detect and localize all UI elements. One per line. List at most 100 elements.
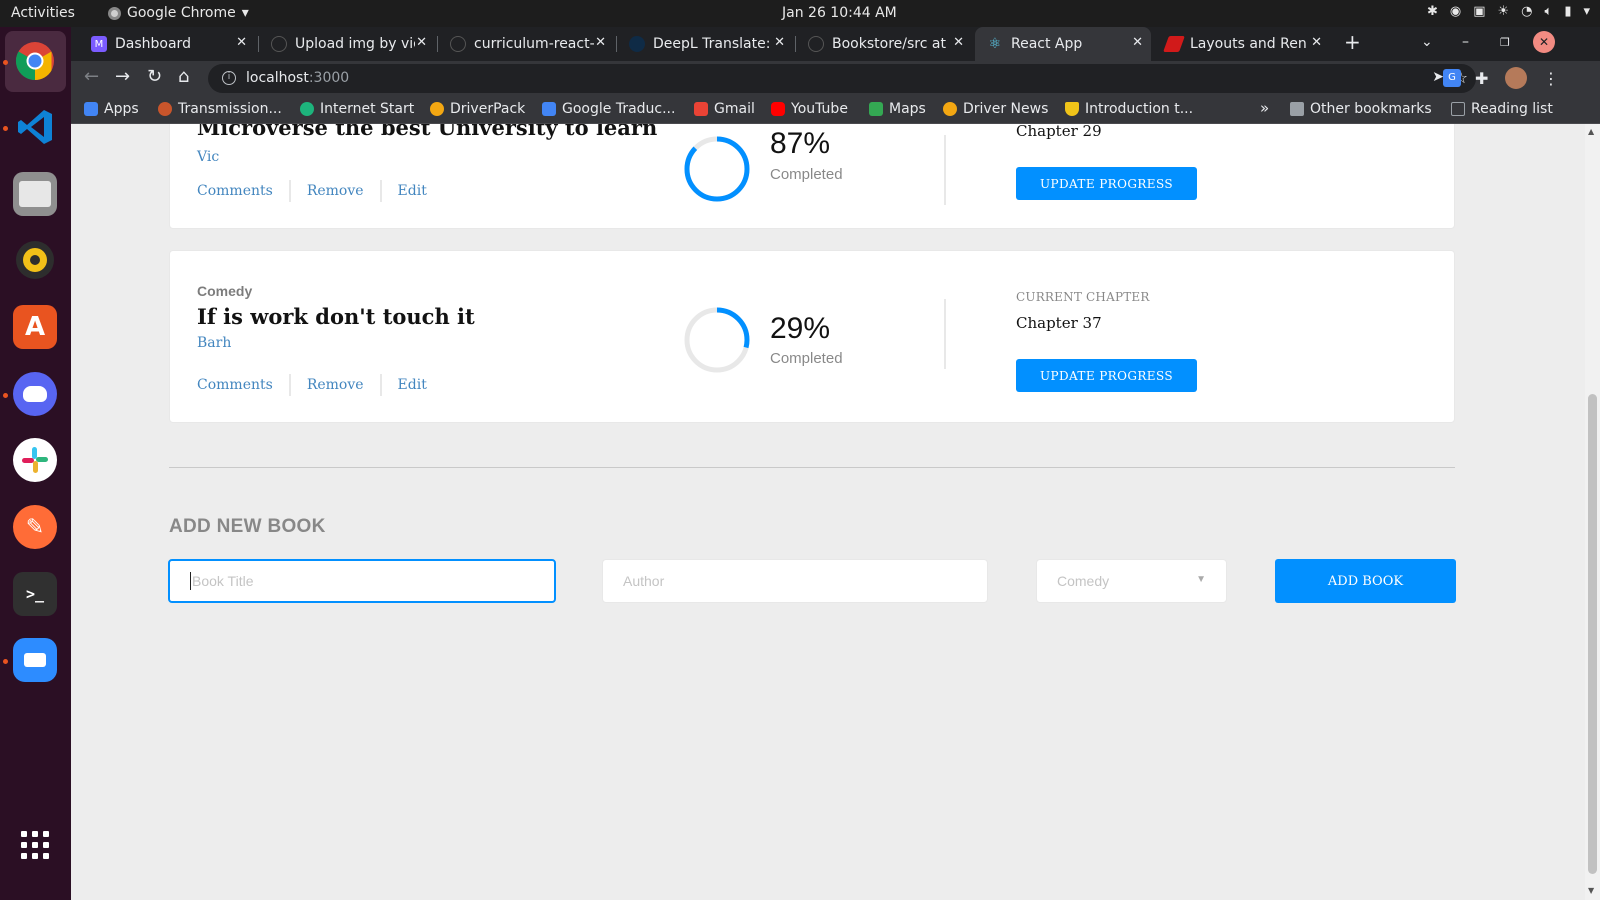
book-author[interactable]: Vic (197, 149, 219, 165)
speaker-icon (16, 241, 54, 279)
zoom-tray-icon[interactable]: ▣ (1473, 4, 1485, 19)
wifi-icon[interactable]: ◔ (1521, 4, 1532, 19)
app-menu[interactable]: Google Chrome ▾ (108, 5, 249, 21)
update-progress-button[interactable]: UPDATE PROGRESS (1016, 167, 1197, 200)
terminal-icon[interactable]: >_ (13, 572, 57, 616)
close-tab-icon[interactable]: ✕ (236, 35, 247, 50)
book-author[interactable]: Barh (197, 335, 231, 351)
close-tab-icon[interactable]: ✕ (1132, 35, 1143, 50)
bookmark-youtube[interactable]: YouTube (771, 101, 848, 117)
edit-button[interactable]: Edit (398, 183, 427, 199)
rhythmbox-icon[interactable] (13, 238, 57, 282)
rocket-icon: ✎ (25, 514, 45, 540)
action-divider (379, 180, 382, 202)
author-placeholder: Author (623, 573, 665, 589)
tab-search-chevron-icon[interactable]: ⌄ (1421, 34, 1433, 50)
close-window-button[interactable]: ✕ (1533, 31, 1555, 53)
author-input[interactable]: Author (602, 559, 988, 603)
zoom-icon[interactable] (13, 638, 57, 682)
bookmark-transmission[interactable]: Transmission... (158, 101, 282, 117)
volume-icon[interactable]: 🔈︎ (1545, 4, 1553, 19)
scroll-up-arrow-icon[interactable]: ▲ (1588, 127, 1594, 136)
book-title-input[interactable]: Book Title (168, 559, 556, 603)
tab-curriculum[interactable]: curriculum-react- ✕ (438, 27, 614, 61)
show-applications-button[interactable] (13, 823, 57, 867)
bookmark-gmail[interactable]: Gmail (694, 101, 755, 117)
system-tray[interactable]: ✱ ◉ ▣ ☀ ◔ 🔈︎ ▮ ▾ (1427, 4, 1590, 19)
reading-list-button[interactable]: Reading list (1451, 101, 1553, 117)
close-tab-icon[interactable]: ✕ (774, 35, 785, 50)
edit-button[interactable]: Edit (398, 377, 427, 393)
site-info-icon[interactable]: i (222, 71, 236, 85)
bookmark-driver-news[interactable]: Driver News (943, 101, 1048, 117)
bookmark-introduction[interactable]: Introduction t... (1065, 101, 1193, 117)
software-center-icon[interactable]: A (13, 305, 57, 349)
close-tab-icon[interactable]: ✕ (1311, 35, 1322, 50)
tab-upload-img[interactable]: Upload img by vic ✕ (259, 27, 435, 61)
section-divider (169, 467, 1455, 468)
comments-button[interactable]: Comments (197, 377, 273, 393)
new-tab-button[interactable]: + (1344, 30, 1361, 54)
discord-tray-icon[interactable]: ◉ (1450, 4, 1461, 19)
tab-dashboard[interactable]: M Dashboard ✕ (79, 27, 255, 61)
menu-kebab-icon[interactable]: ⋮ (1543, 69, 1559, 88)
other-bookmarks-folder[interactable]: Other bookmarks (1290, 101, 1432, 117)
activities-button[interactable]: Activities (11, 5, 75, 21)
bookmark-maps[interactable]: Maps (869, 101, 926, 117)
minimize-button[interactable]: – (1462, 34, 1469, 50)
files-icon[interactable] (13, 172, 57, 216)
close-tab-icon[interactable]: ✕ (416, 35, 427, 50)
vscode-icon[interactable] (13, 105, 57, 149)
address-url[interactable]: localhost:3000 (246, 70, 349, 86)
add-book-button[interactable]: ADD BOOK (1275, 559, 1456, 603)
slack-icon[interactable] (13, 438, 57, 482)
tab-layouts[interactable]: Layouts and Ren ✕ (1154, 27, 1330, 61)
back-arrow-icon[interactable]: ← (84, 68, 99, 86)
tab-bookstore-src[interactable]: Bookstore/src at ✕ (796, 27, 972, 61)
tab-title: DeepL Translate: (653, 36, 771, 52)
maximize-button[interactable]: ❐ (1500, 36, 1510, 49)
tab-title: React App (1011, 36, 1083, 52)
system-clock[interactable]: Jan 26 10:44 AM (782, 5, 897, 21)
update-progress-button[interactable]: UPDATE PROGRESS (1016, 359, 1197, 392)
bookmark-apps[interactable]: Apps (84, 101, 139, 117)
brightness-icon[interactable]: ☀ (1498, 4, 1510, 19)
page-scrollbar[interactable]: ▲ ▼ (1585, 124, 1600, 900)
scroll-down-arrow-icon[interactable]: ▼ (1588, 886, 1594, 895)
close-tab-icon[interactable]: ✕ (953, 35, 964, 50)
tab-deepl[interactable]: DeepL Translate: ✕ (617, 27, 793, 61)
home-icon[interactable]: ⌂ (178, 68, 189, 86)
extensions-puzzle-icon[interactable]: ✚ (1475, 69, 1488, 88)
remove-button[interactable]: Remove (307, 377, 364, 393)
discord-icon[interactable] (13, 372, 57, 416)
action-divider (288, 180, 291, 202)
action-divider (288, 374, 291, 396)
bookmark-google-traduc[interactable]: Google Traduc... (542, 101, 675, 117)
close-tab-icon[interactable]: ✕ (595, 35, 606, 50)
comments-button[interactable]: Comments (197, 183, 273, 199)
internet-start-icon (300, 102, 314, 116)
chrome-icon[interactable] (13, 39, 57, 83)
forward-arrow-icon[interactable]: → (115, 68, 130, 86)
tab-title: curriculum-react- (474, 36, 594, 52)
address-bar[interactable]: i localhost:3000 ➤ ☆ (208, 64, 1476, 93)
bookmark-driverpack[interactable]: DriverPack (430, 101, 525, 117)
driver-news-icon (943, 102, 957, 116)
profile-avatar[interactable] (1505, 67, 1527, 89)
slack-tray-icon[interactable]: ✱ (1427, 4, 1438, 19)
deepl-icon (629, 36, 645, 52)
dropdown-arrow-icon: ▼ (1196, 574, 1206, 585)
remove-button[interactable]: Remove (307, 183, 364, 199)
bookmark-internet-start[interactable]: Internet Start (300, 101, 414, 117)
scrollbar-thumb[interactable] (1588, 394, 1597, 874)
postman-icon[interactable]: ✎ (13, 505, 57, 549)
category-select[interactable]: Comedy ▼ (1036, 559, 1227, 603)
chevron-down-icon[interactable]: ▾ (1583, 4, 1590, 19)
tab-react-app[interactable]: ⚛ React App ✕ (975, 27, 1151, 61)
google-translate-extension-icon[interactable]: G (1443, 69, 1461, 87)
gmail-icon (694, 102, 708, 116)
bookmarks-bar: Apps Transmission... Internet Start Driv… (71, 96, 1600, 124)
battery-icon[interactable]: ▮ (1564, 4, 1571, 19)
more-bookmarks-button[interactable]: » (1260, 99, 1269, 117)
reload-icon[interactable]: ↻ (147, 68, 162, 86)
